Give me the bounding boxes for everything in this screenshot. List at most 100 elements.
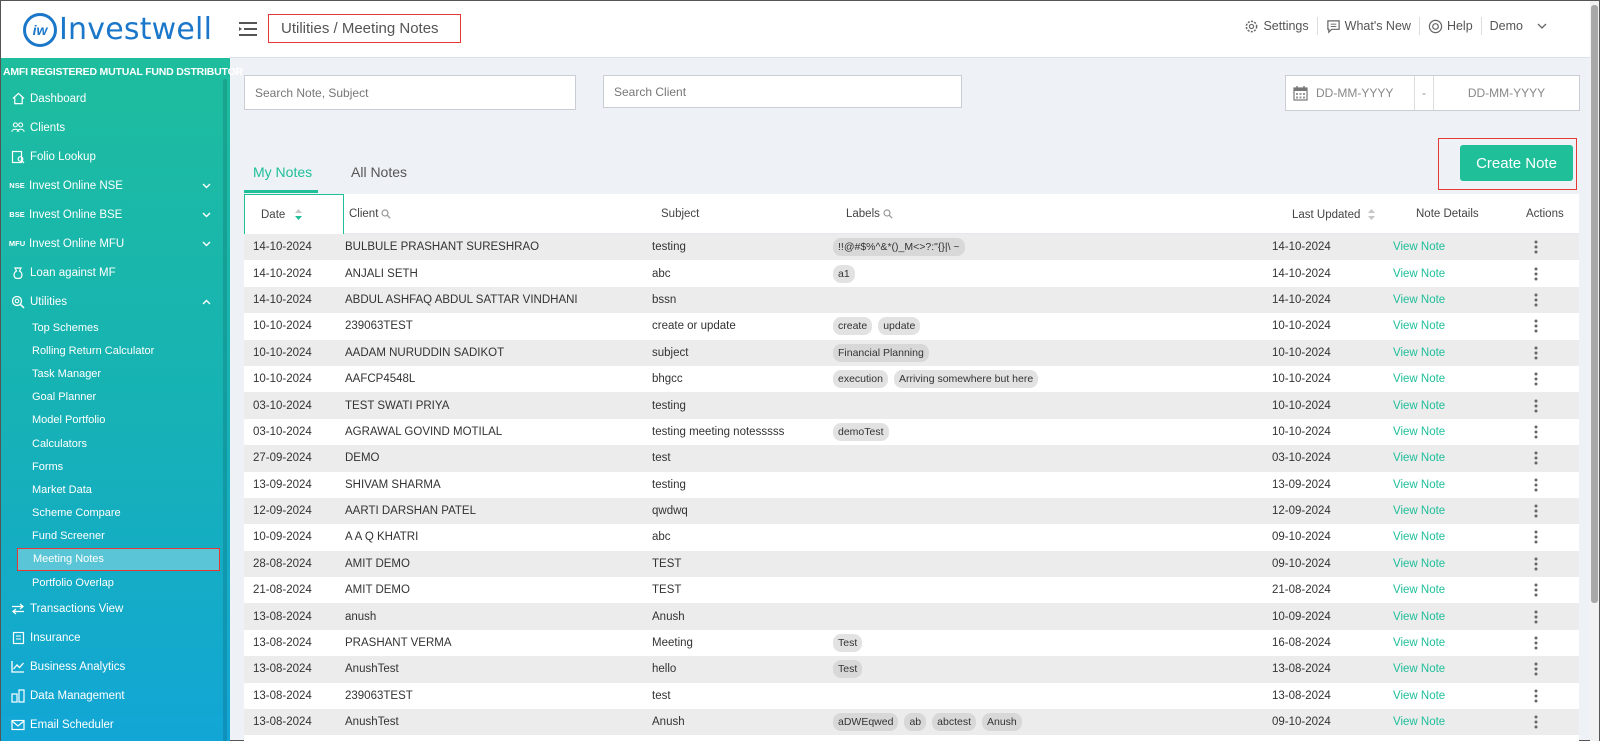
- view-note-link[interactable]: View Note: [1393, 366, 1445, 392]
- row-actions-menu[interactable]: [1534, 445, 1538, 471]
- sidebar-subitem-fund-screener[interactable]: Fund Screener: [1, 525, 230, 548]
- row-actions-menu[interactable]: [1534, 287, 1538, 313]
- row-actions-menu[interactable]: [1534, 419, 1538, 445]
- menu-toggle-icon[interactable]: [239, 21, 257, 37]
- row-actions-menu[interactable]: [1534, 498, 1538, 524]
- sidebar-subitem-model-portfolio[interactable]: Model Portfolio: [1, 409, 230, 432]
- sidebar-item-business-analytics[interactable]: Business Analytics: [1, 652, 230, 681]
- date-column-header[interactable]: Date: [244, 194, 344, 234]
- date-from-input[interactable]: DD-MM-YYYY: [1316, 86, 1414, 100]
- chevron-down-icon[interactable]: [202, 209, 211, 221]
- row-actions-menu[interactable]: [1534, 472, 1538, 498]
- row-actions-menu[interactable]: [1534, 392, 1538, 418]
- sidebar-subitem-calculators[interactable]: Calculators: [1, 432, 230, 455]
- view-note-link[interactable]: View Note: [1393, 392, 1445, 418]
- row-actions-menu[interactable]: [1534, 577, 1538, 603]
- row-actions-menu[interactable]: [1534, 340, 1538, 366]
- kebab-menu-icon: [1534, 610, 1538, 624]
- view-note-link[interactable]: View Note: [1393, 234, 1445, 260]
- sidebar-item-loan-against-mf[interactable]: Loan against MF: [1, 258, 230, 287]
- view-note-link[interactable]: View Note: [1393, 445, 1445, 471]
- view-note-link[interactable]: View Note: [1393, 551, 1445, 577]
- settings-link[interactable]: Settings: [1236, 17, 1318, 35]
- sidebar-item-utilities[interactable]: Utilities: [1, 287, 230, 316]
- client-cell: ABDUL ASHFAQ ABDUL SATTAR VINDHANI: [345, 293, 578, 306]
- tab-my-notes[interactable]: My Notes: [253, 164, 312, 180]
- sidebar-item-transactions-view[interactable]: Transactions View: [1, 594, 230, 623]
- sidebar-scrollbar[interactable]: [223, 79, 227, 741]
- sidebar-item-data-management[interactable]: Data Management: [1, 681, 230, 710]
- client-column-header: Client: [349, 208, 392, 220]
- sidebar-subitem-task-manager[interactable]: Task Manager: [1, 362, 230, 385]
- row-actions-menu[interactable]: [1534, 603, 1538, 629]
- sidebar-item-email-scheduler[interactable]: Email Scheduler: [1, 710, 230, 739]
- whats-new-link[interactable]: What's New: [1318, 17, 1420, 35]
- view-note-link[interactable]: View Note: [1393, 683, 1445, 709]
- row-actions-menu[interactable]: [1534, 234, 1538, 260]
- sidebar-subitem-goal-planner[interactable]: Goal Planner: [1, 386, 230, 409]
- view-note-link[interactable]: View Note: [1393, 419, 1445, 445]
- sort-icon[interactable]: [1367, 208, 1376, 221]
- calendar-icon[interactable]: [1293, 85, 1308, 101]
- sort-desc-icon[interactable]: [294, 208, 303, 221]
- user-menu[interactable]: Demo: [1482, 17, 1559, 35]
- chevron-down-icon[interactable]: [202, 238, 211, 250]
- last-updated-cell: 09-10-2024: [1272, 531, 1331, 544]
- row-actions-menu[interactable]: [1534, 524, 1538, 550]
- chevron-down-icon[interactable]: [202, 180, 211, 192]
- sidebar-subitem-meeting-notes[interactable]: Meeting Notes: [17, 547, 220, 572]
- view-note-link[interactable]: View Note: [1393, 709, 1445, 735]
- chevron-up-icon[interactable]: [202, 296, 211, 308]
- row-actions-menu[interactable]: [1534, 551, 1538, 577]
- analytics-icon: [10, 659, 26, 675]
- window-scrollbar-thumb[interactable]: [1591, 5, 1598, 603]
- row-actions-menu[interactable]: [1534, 656, 1538, 682]
- sidebar-item-invest-online-nse[interactable]: NSE Invest Online NSE: [1, 171, 230, 200]
- sidebar-subitem-rolling-return-calculator[interactable]: Rolling Return Calculator: [1, 339, 230, 362]
- sidebar-item-invest-online-bse[interactable]: BSE Invest Online BSE: [1, 200, 230, 229]
- view-note-link[interactable]: View Note: [1393, 498, 1445, 524]
- row-actions-menu[interactable]: [1534, 260, 1538, 286]
- view-note-link[interactable]: View Note: [1393, 313, 1445, 339]
- row-actions-menu[interactable]: [1534, 313, 1538, 339]
- search-client-input[interactable]: [603, 75, 962, 108]
- last-updated-column-header[interactable]: Last Updated: [1292, 208, 1376, 221]
- view-note-link[interactable]: View Note: [1393, 656, 1445, 682]
- help-link[interactable]: Help: [1420, 17, 1482, 35]
- row-actions-menu[interactable]: [1534, 683, 1538, 709]
- search-note-input[interactable]: [244, 75, 576, 110]
- sidebar-subitem-scheme-compare[interactable]: Scheme Compare: [1, 502, 230, 525]
- view-note-link[interactable]: View Note: [1393, 472, 1445, 498]
- labels-cell: a1: [833, 260, 861, 286]
- view-note-link[interactable]: View Note: [1393, 603, 1445, 629]
- view-note-link[interactable]: View Note: [1393, 340, 1445, 366]
- table-row: 28-08-2024 AMIT DEMO TEST 09-10-2024 View No…: [244, 550, 1579, 578]
- search-icon[interactable]: [381, 209, 392, 219]
- logo[interactable]: iw Investwell: [1, 1, 230, 58]
- create-note-button[interactable]: Create Note: [1460, 145, 1573, 181]
- sidebar-item-folio-lookup[interactable]: Folio Lookup: [1, 142, 230, 171]
- subject-cell: create or update: [652, 320, 736, 333]
- view-note-link[interactable]: View Note: [1393, 524, 1445, 550]
- view-note-link[interactable]: View Note: [1393, 630, 1445, 656]
- tab-all-notes[interactable]: All Notes: [351, 164, 407, 180]
- table-row: 10-10-2024 239063TEST create or update crea…: [244, 313, 1579, 339]
- sidebar-subitem-forms[interactable]: Forms: [1, 455, 230, 478]
- sidebar-subitem-market-data[interactable]: Market Data: [1, 478, 230, 501]
- search-icon[interactable]: [883, 209, 893, 219]
- window-scrollbar[interactable]: [1590, 1, 1599, 741]
- view-note-link[interactable]: View Note: [1393, 577, 1445, 603]
- sidebar-subitem-portfolio-overlap[interactable]: Portfolio Overlap: [1, 571, 230, 594]
- row-actions-menu[interactable]: [1534, 709, 1538, 735]
- sidebar-item-insurance[interactable]: Insurance: [1, 623, 230, 652]
- sidebar-item-clients[interactable]: Clients: [1, 113, 230, 142]
- row-actions-menu[interactable]: [1534, 630, 1538, 656]
- date-to-input[interactable]: DD-MM-YYYY: [1434, 86, 1579, 100]
- client-cell: TEST SWATI PRIYA: [345, 399, 450, 412]
- view-note-link[interactable]: View Note: [1393, 260, 1445, 286]
- sidebar-subitem-top-schemes[interactable]: Top Schemes: [1, 316, 230, 339]
- sidebar-item-dashboard[interactable]: Dashboard: [1, 84, 230, 113]
- row-actions-menu[interactable]: [1534, 366, 1538, 392]
- sidebar-item-invest-online-mfu[interactable]: MFU Invest Online MFU: [1, 229, 230, 258]
- view-note-link[interactable]: View Note: [1393, 287, 1445, 313]
